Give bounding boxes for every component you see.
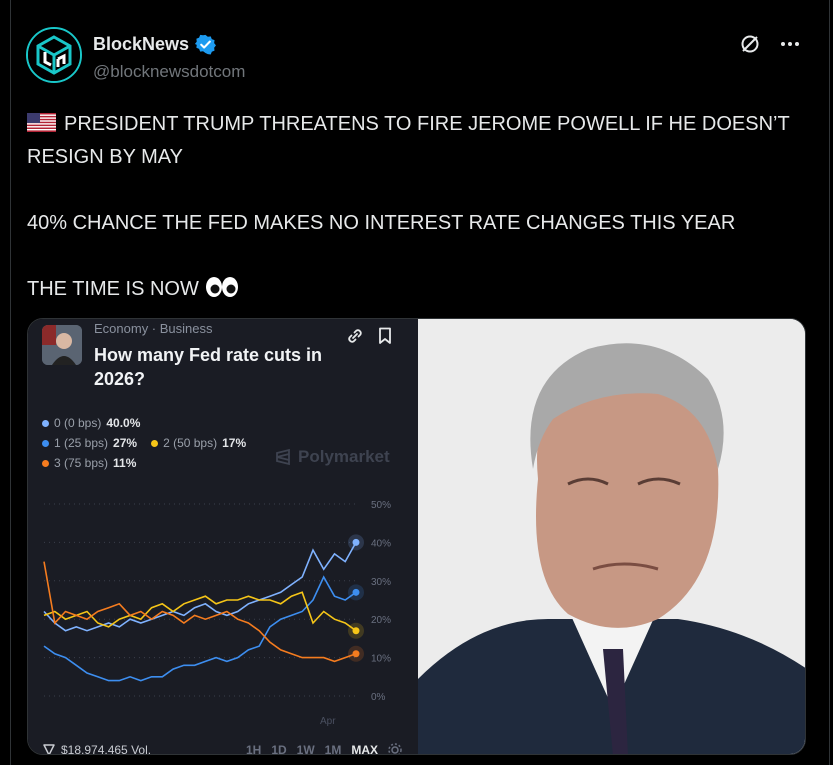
tweet-media[interactable]: Economy · Business How many Fed rate cut… [27,318,806,755]
watermark-text: Polymarket [298,447,390,466]
tweet-line-1-text: PRESIDENT TRUMP THREATENS TO FIRE JEROME… [27,113,795,168]
tweet-line-3: THE TIME IS NOW [27,273,807,306]
y-tick-label: 40% [371,538,391,549]
y-tick-label: 10% [371,654,391,665]
blocknews-logo-icon [28,29,80,81]
polymarket-watermark: Polymarket [274,447,390,467]
series-endpoint [352,588,360,596]
series-endpoint [352,650,360,658]
verified-badge-icon [195,34,217,55]
link-icon[interactable] [346,327,364,345]
legend-value: 40.0% [106,416,141,430]
legend-value: 17% [222,436,247,450]
legend-dot [42,459,49,467]
x-tick-label: Apr [320,716,336,727]
tweet-line-2: 40% CHANCE THE FED MAKES NO INTEREST RAT… [27,212,736,234]
bookmark-icon[interactable] [378,327,392,345]
polymarket-logo-icon [276,448,290,466]
range-max[interactable]: MAX [351,743,378,754]
account-name[interactable]: BlockNews [93,34,189,55]
settings-icon[interactable] [388,743,402,755]
tweet-text: PRESIDENT TRUMP THREATENS TO FIRE JEROME… [27,108,807,306]
range-1m[interactable]: 1M [325,743,342,754]
legend-label: 2 (50 bps) [163,436,218,450]
legend-item: 2 (50 bps) 17% [151,433,246,453]
legend-value: 27% [113,436,138,450]
legend-value: 11% [113,456,137,470]
tweet-line-1: PRESIDENT TRUMP THREATENS TO FIRE JEROME… [27,108,807,174]
series-line [43,591,357,632]
y-tick-label: 50% [371,500,391,511]
series-endpoint [352,538,360,546]
legend-label: 1 (25 bps) [54,436,109,450]
legend-item: 1 (25 bps) 27% [42,433,137,453]
card-actions [346,327,392,345]
legend-label: 3 (75 bps) [54,456,109,470]
market-breadcrumb[interactable]: Economy · Business [94,321,213,336]
legend-dot [42,419,49,427]
market-chart[interactable]: 50% 40% 30% 20% 10% 0% Apr [28,489,418,729]
y-tick-label: 0% [371,692,386,703]
tweet-line-3-text: THE TIME IS NOW [27,278,199,300]
range-selector: 1H 1D 1W 1M MAX [246,743,378,754]
legend-label: 0 (0 bps) [54,416,102,430]
market-thumbnail [42,325,82,365]
series-endpoint [352,627,360,635]
volume-text: $18,974,465 Vol. [61,743,152,755]
legend-dot [42,439,49,447]
legend-item: 0 (0 bps) 40.0% [42,413,140,433]
range-1h[interactable]: 1H [246,743,261,754]
portrait-photo[interactable] [418,319,805,754]
legend-item: 3 (75 bps) 11% [42,453,136,473]
chart-legend: 0 (0 bps) 40.0% 1 (25 bps) 27% 2 (50 bps) 17… [42,413,246,473]
tweet-actions-top [739,33,801,55]
range-1d[interactable]: 1D [271,743,286,754]
y-tick-label: 20% [371,615,391,626]
volume: $18,974,465 Vol. [42,743,152,755]
avatar[interactable] [26,27,82,83]
author-row: BlockNews [93,34,217,55]
us-flag-icon [27,113,56,132]
more-options-icon[interactable] [779,33,801,55]
legend-dot [151,439,159,447]
range-1w[interactable]: 1W [297,743,315,754]
portrait-illustration [418,319,805,754]
market-question[interactable]: How many Fed rate cuts in 2026? [94,343,334,391]
y-tick-label: 30% [371,577,391,588]
trophy-icon [43,744,55,754]
account-handle[interactable]: @blocknewsdotcom [93,62,245,82]
grok-icon[interactable] [739,33,761,55]
polymarket-card[interactable]: Economy · Business How many Fed rate cut… [28,319,418,754]
card-footer: $18,974,465 Vol. 1H 1D 1W 1M MAX [42,743,402,755]
eyes-icon [205,277,238,297]
